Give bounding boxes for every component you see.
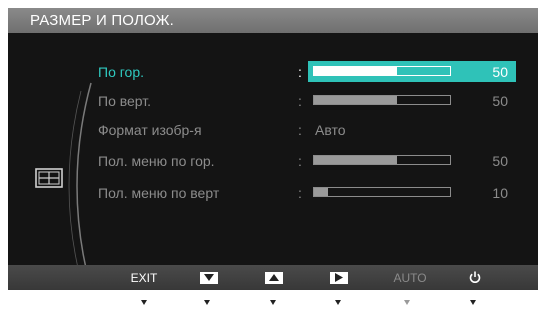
osd-menu: РАЗМЕР И ПОЛОЖ. По гор. : 50 По верт.: … [8, 8, 538, 290]
separator-colon: : [298, 93, 302, 109]
button-marker [141, 300, 147, 305]
slider-value: 50 [492, 64, 508, 80]
menu-item-label: Пол. меню по гор. [98, 153, 215, 169]
menu-item-v-position[interactable]: По верт. : 50 [98, 90, 528, 112]
button-marker [270, 300, 276, 305]
power-icon [469, 271, 481, 283]
slider-fill [314, 188, 328, 196]
up-arrow-icon [265, 271, 283, 284]
menu-h-position-slider[interactable] [313, 155, 451, 165]
menu-item-image-format[interactable]: Формат изобр-я : Авто [98, 119, 528, 141]
separator-colon: : [298, 185, 302, 201]
menu-v-position-slider[interactable] [313, 187, 451, 197]
button-marker [204, 300, 210, 305]
slider-fill [314, 156, 397, 164]
button-guide-bar: EXIT AUTO [8, 265, 538, 290]
separator-colon: : [298, 122, 302, 138]
menu-item-menu-v-position[interactable]: Пол. меню по верт : 10 [98, 182, 528, 204]
slider-value: 50 [492, 153, 508, 169]
button-marker [404, 300, 410, 305]
decorative-curve [68, 82, 92, 290]
slider-fill [314, 96, 397, 104]
exit-label: EXIT [130, 270, 158, 285]
menu-content: По гор. : 50 По верт. : 50 Формат изобр-… [8, 33, 538, 290]
down-arrow-icon [200, 271, 218, 284]
menu-item-label: По гор. [98, 64, 144, 80]
button-marker [335, 300, 341, 305]
menu-item-label: Пол. меню по верт [98, 185, 220, 201]
button-marker [470, 300, 476, 305]
exit-button[interactable]: EXIT [126, 265, 162, 290]
auto-button: AUTO [390, 265, 430, 290]
down-button[interactable] [197, 265, 221, 290]
menu-item-label: Формат изобр-я [98, 122, 202, 138]
slider-value: 10 [492, 185, 508, 201]
v-position-slider[interactable] [313, 95, 451, 105]
auto-label: AUTO [393, 270, 427, 285]
menu-item-h-position[interactable]: По гор. : 50 [98, 61, 528, 83]
separator-colon: : [298, 153, 302, 169]
slider-fill [314, 67, 397, 75]
menu-title: РАЗМЕР И ПОЛОЖ. [30, 12, 174, 29]
enter-arrow-icon [330, 271, 348, 284]
separator-colon: : [298, 64, 302, 80]
h-position-slider[interactable] [313, 66, 451, 76]
title-bar: РАЗМЕР И ПОЛОЖ. [8, 8, 538, 33]
image-format-value: Авто [315, 122, 346, 138]
enter-button[interactable] [327, 265, 351, 290]
power-button[interactable] [465, 265, 485, 290]
menu-item-menu-h-position[interactable]: Пол. меню по гор. : 50 [98, 150, 528, 172]
slider-value: 50 [492, 93, 508, 109]
size-position-icon [35, 168, 63, 188]
menu-item-label: По верт. [98, 93, 152, 109]
up-button[interactable] [262, 265, 286, 290]
